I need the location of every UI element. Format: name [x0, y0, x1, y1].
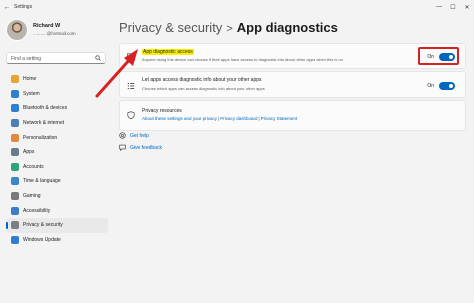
- bluetooth-icon: [11, 104, 19, 113]
- close-button[interactable]: ✕: [460, 0, 474, 14]
- link-separator: |: [218, 116, 220, 121]
- sidebar-item-network-internet[interactable]: Network & internet: [6, 116, 108, 131]
- globe-icon: [11, 177, 19, 186]
- sidebar-item-label: Home: [23, 76, 37, 83]
- setting-description: Choose which apps can access diagnostic …: [142, 86, 265, 91]
- sidebar-item-label: Gaming: [23, 193, 41, 200]
- update-icon: [11, 235, 19, 244]
- diagnostics-icon: [127, 53, 135, 61]
- sidebar-item-label: Privacy & security: [23, 222, 63, 229]
- let-apps-access-card[interactable]: Let apps access diagnostic info about yo…: [119, 71, 466, 98]
- shield-icon: [11, 221, 19, 230]
- back-arrow-icon[interactable]: ←: [2, 2, 12, 12]
- app-diagnostic-access-card[interactable]: App diagnostic access Anyone using this …: [119, 43, 466, 69]
- give-feedback-label: Give feedback: [130, 144, 162, 151]
- window-controls: — ☐ ✕: [432, 0, 474, 14]
- minimize-button[interactable]: —: [432, 0, 446, 14]
- privacy-statement-link[interactable]: Privacy Statement: [261, 116, 298, 121]
- toggle-control: On: [427, 82, 455, 90]
- sidebar-item-label: System: [23, 90, 40, 97]
- link-separator: |: [258, 116, 260, 121]
- setting-title: App diagnostic access: [142, 49, 194, 55]
- window-title: Settings: [14, 4, 33, 10]
- get-help-label: Get help: [130, 132, 149, 139]
- home-icon: [11, 75, 19, 84]
- setting-title: Let apps access diagnostic info about yo…: [142, 77, 262, 83]
- shield-icon: [127, 111, 135, 119]
- sidebar-item-label: Windows Update: [23, 236, 61, 243]
- list-icon: [127, 83, 135, 89]
- main-content: Privacy & security > App diagnostics App d…: [112, 14, 474, 303]
- setting-description: Anyone using this device can choose if t…: [142, 57, 343, 62]
- profile-email: ...........@hotmail.com: [33, 31, 76, 36]
- sidebar-item-label: Network & internet: [23, 120, 65, 127]
- about-settings-privacy-link[interactable]: About these settings and your privacy: [142, 116, 217, 121]
- system-icon: [11, 89, 19, 98]
- sidebar-item-label: Bluetooth & devices: [23, 105, 68, 112]
- sidebar-item-home[interactable]: Home: [6, 72, 108, 87]
- annotation-highlight-box: [418, 47, 459, 65]
- sidebar-item-label: Personalization: [23, 134, 58, 141]
- privacy-links: About these settings and your privacy | …: [142, 116, 297, 121]
- search-icon[interactable]: [95, 55, 101, 61]
- brush-icon: [11, 133, 19, 142]
- network-icon: [11, 119, 19, 128]
- highlighted-title: App diagnostic access: [142, 49, 194, 55]
- sidebar-item-accounts[interactable]: Accounts: [6, 160, 108, 175]
- help-icon: [119, 132, 126, 139]
- maximize-button[interactable]: ☐: [446, 0, 460, 14]
- privacy-resources-title: Privacy resources: [142, 108, 182, 114]
- page-title: App diagnostics: [236, 20, 338, 35]
- sidebar-item-apps[interactable]: Apps: [6, 145, 108, 160]
- profile-name: Richard W: [33, 23, 61, 29]
- title-bar: ← Settings — ☐ ✕: [0, 0, 474, 14]
- sidebar-item-label: Time & language: [23, 178, 61, 185]
- sidebar-item-privacy-security[interactable]: Privacy & security: [6, 217, 108, 233]
- sidebar-item-accessibility[interactable]: Accessibility: [6, 203, 108, 218]
- breadcrumb-separator: >: [226, 23, 233, 35]
- sidebar-item-label: Apps: [23, 149, 35, 156]
- accessibility-icon: [11, 206, 19, 215]
- search-box[interactable]: [6, 52, 106, 64]
- privacy-dashboard-link[interactable]: Privacy dashboard: [220, 116, 257, 121]
- avatar: [6, 19, 28, 41]
- sidebar-item-windows-update[interactable]: Windows Update: [6, 233, 108, 248]
- privacy-resources-card: Privacy resources About these settings a…: [119, 100, 466, 131]
- sidebar-nav: Home System Bluetooth & devices Network …: [6, 72, 108, 247]
- toggle-state-label: On: [427, 83, 434, 89]
- let-apps-access-toggle[interactable]: [439, 82, 455, 90]
- sidebar-item-gaming[interactable]: Gaming: [6, 189, 108, 204]
- user-profile[interactable]: Richard W ...........@hotmail.com: [6, 19, 106, 49]
- accounts-icon: [11, 162, 19, 171]
- sidebar: Richard W ...........@hotmail.com Home S…: [0, 14, 112, 303]
- breadcrumb: Privacy & security > App diagnostics: [119, 20, 338, 35]
- sidebar-item-system[interactable]: System: [6, 87, 108, 102]
- sidebar-item-personalization[interactable]: Personalization: [6, 130, 108, 145]
- sidebar-item-time-language[interactable]: Time & language: [6, 174, 108, 189]
- breadcrumb-parent[interactable]: Privacy & security: [119, 20, 222, 35]
- apps-icon: [11, 148, 19, 157]
- sidebar-item-label: Accounts: [23, 163, 44, 170]
- get-help-link[interactable]: Get help: [119, 132, 149, 139]
- feedback-icon: [119, 144, 126, 151]
- give-feedback-link[interactable]: Give feedback: [119, 144, 162, 151]
- sidebar-item-label: Accessibility: [23, 207, 51, 214]
- sidebar-item-bluetooth-devices[interactable]: Bluetooth & devices: [6, 101, 108, 116]
- gaming-icon: [11, 192, 19, 201]
- search-input[interactable]: [11, 55, 91, 62]
